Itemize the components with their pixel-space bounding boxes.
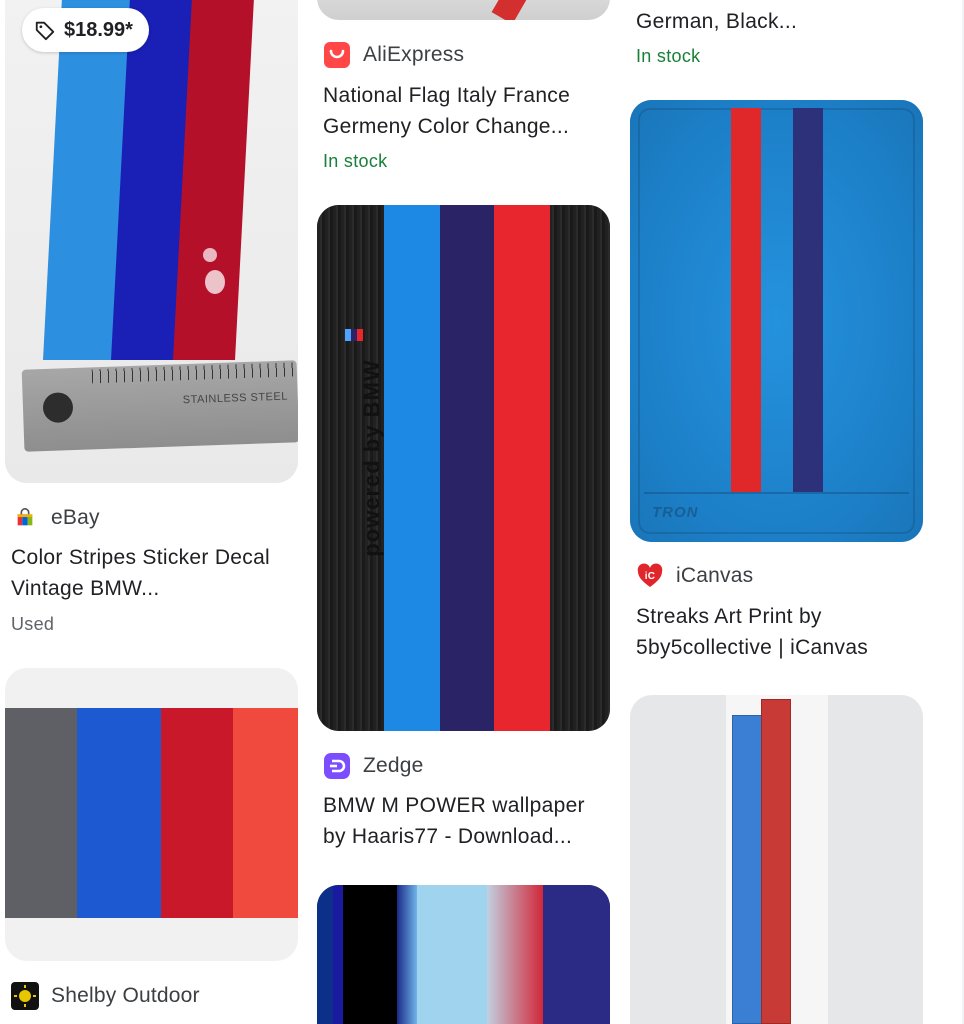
condition-label: Used <box>11 614 55 634</box>
ruler-label: STAINLESS STEEL <box>182 390 289 407</box>
icanvas-heart-icon: iC <box>636 562 664 590</box>
source-shelby-outdoor[interactable]: Shelby Outdoor <box>11 982 200 1010</box>
source-zedge[interactable]: Zedge <box>323 752 424 780</box>
price-badge: $18.99* <box>22 8 149 52</box>
product-title[interactable]: German, Black... <box>636 6 921 37</box>
m-stripe-logo-icon <box>345 329 363 369</box>
product-title[interactable]: BMW M POWER wallpaper by Haaris77 - Down… <box>323 790 608 852</box>
product-title[interactable]: National Flag Italy France Germeny Color… <box>323 80 603 142</box>
zedge-icon <box>323 752 351 780</box>
product-image-stripe-tape[interactable] <box>630 695 923 1024</box>
source-name: Shelby Outdoor <box>51 984 200 1007</box>
source-icanvas[interactable]: iC iCanvas <box>636 562 753 590</box>
product-image-aliexpress[interactable] <box>317 0 610 20</box>
source-name: AliExpress <box>363 43 465 66</box>
source-ebay[interactable]: eBay <box>11 504 100 532</box>
product-image-bmw-wallpaper[interactable]: powered by BMW <box>317 205 610 731</box>
stock-status: In stock <box>323 151 388 171</box>
source-name: eBay <box>51 506 100 529</box>
stock-status: In stock <box>636 46 701 66</box>
product-image-stripe-swatch[interactable] <box>5 668 298 961</box>
tag-icon <box>35 21 55 41</box>
source-aliexpress[interactable]: AliExpress <box>323 41 464 69</box>
svg-text:iC: iC <box>645 571 655 582</box>
product-title[interactable]: Color Stripes Sticker Decal Vintage BMW.… <box>11 542 291 604</box>
tron-label: TRON <box>652 504 699 521</box>
bmw-wallpaper-text: powered by BMW <box>359 359 384 557</box>
product-image-streaks-art-print[interactable]: TRON <box>630 100 923 542</box>
source-name: Zedge <box>363 754 424 777</box>
product-image-color-stripes[interactable]: STAINLESS STEEL <box>5 0 298 483</box>
product-title[interactable]: Streaks Art Print by 5by5collective | iC… <box>636 601 921 663</box>
ruler: STAINLESS STEEL <box>21 360 298 452</box>
price-value: $18.99* <box>64 18 133 41</box>
ebay-bag-icon <box>11 504 39 532</box>
product-image-stripes-blur[interactable] <box>317 885 610 1024</box>
shelby-outdoor-logo-icon <box>11 982 39 1010</box>
aliexpress-icon <box>323 41 351 69</box>
source-name: iCanvas <box>676 564 754 587</box>
